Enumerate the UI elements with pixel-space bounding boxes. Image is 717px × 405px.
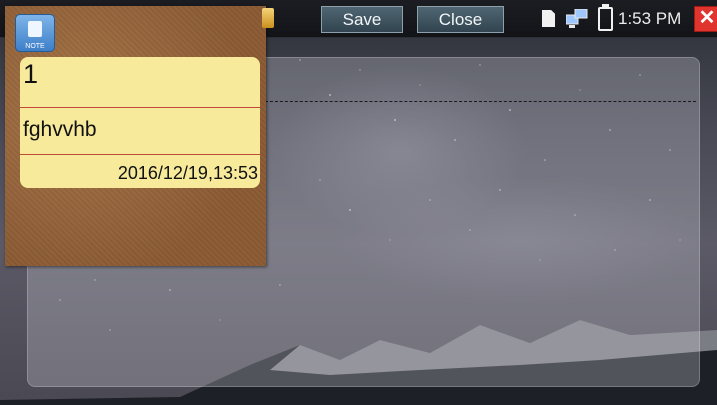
close-button[interactable]: Close (417, 6, 504, 33)
note-app-label: NOTE (25, 43, 45, 50)
save-button[interactable]: Save (321, 6, 403, 33)
note-app-icon[interactable]: NOTE (15, 14, 55, 52)
note-rule (20, 107, 260, 108)
pin-icon (262, 8, 274, 28)
status-area: 1:53 PM ✕ (527, 0, 717, 37)
sd-card-icon (542, 10, 555, 27)
note-drawer: NOTE 1 fghvvhb 2016/12/19,13:53 (5, 6, 266, 266)
note-card[interactable]: 1 fghvvhb 2016/12/19,13:53 (20, 57, 260, 188)
battery-icon (598, 4, 613, 31)
network-icon (566, 9, 588, 28)
note-rule (20, 154, 260, 155)
close-icon[interactable]: ✕ (694, 6, 717, 32)
note-timestamp: 2016/12/19,13:53 (117, 163, 258, 183)
clock: 1:53 PM (618, 9, 682, 28)
note-body: fghvvhb (23, 118, 97, 141)
dotted-rule (260, 101, 696, 102)
note-title: 1 (23, 59, 39, 89)
